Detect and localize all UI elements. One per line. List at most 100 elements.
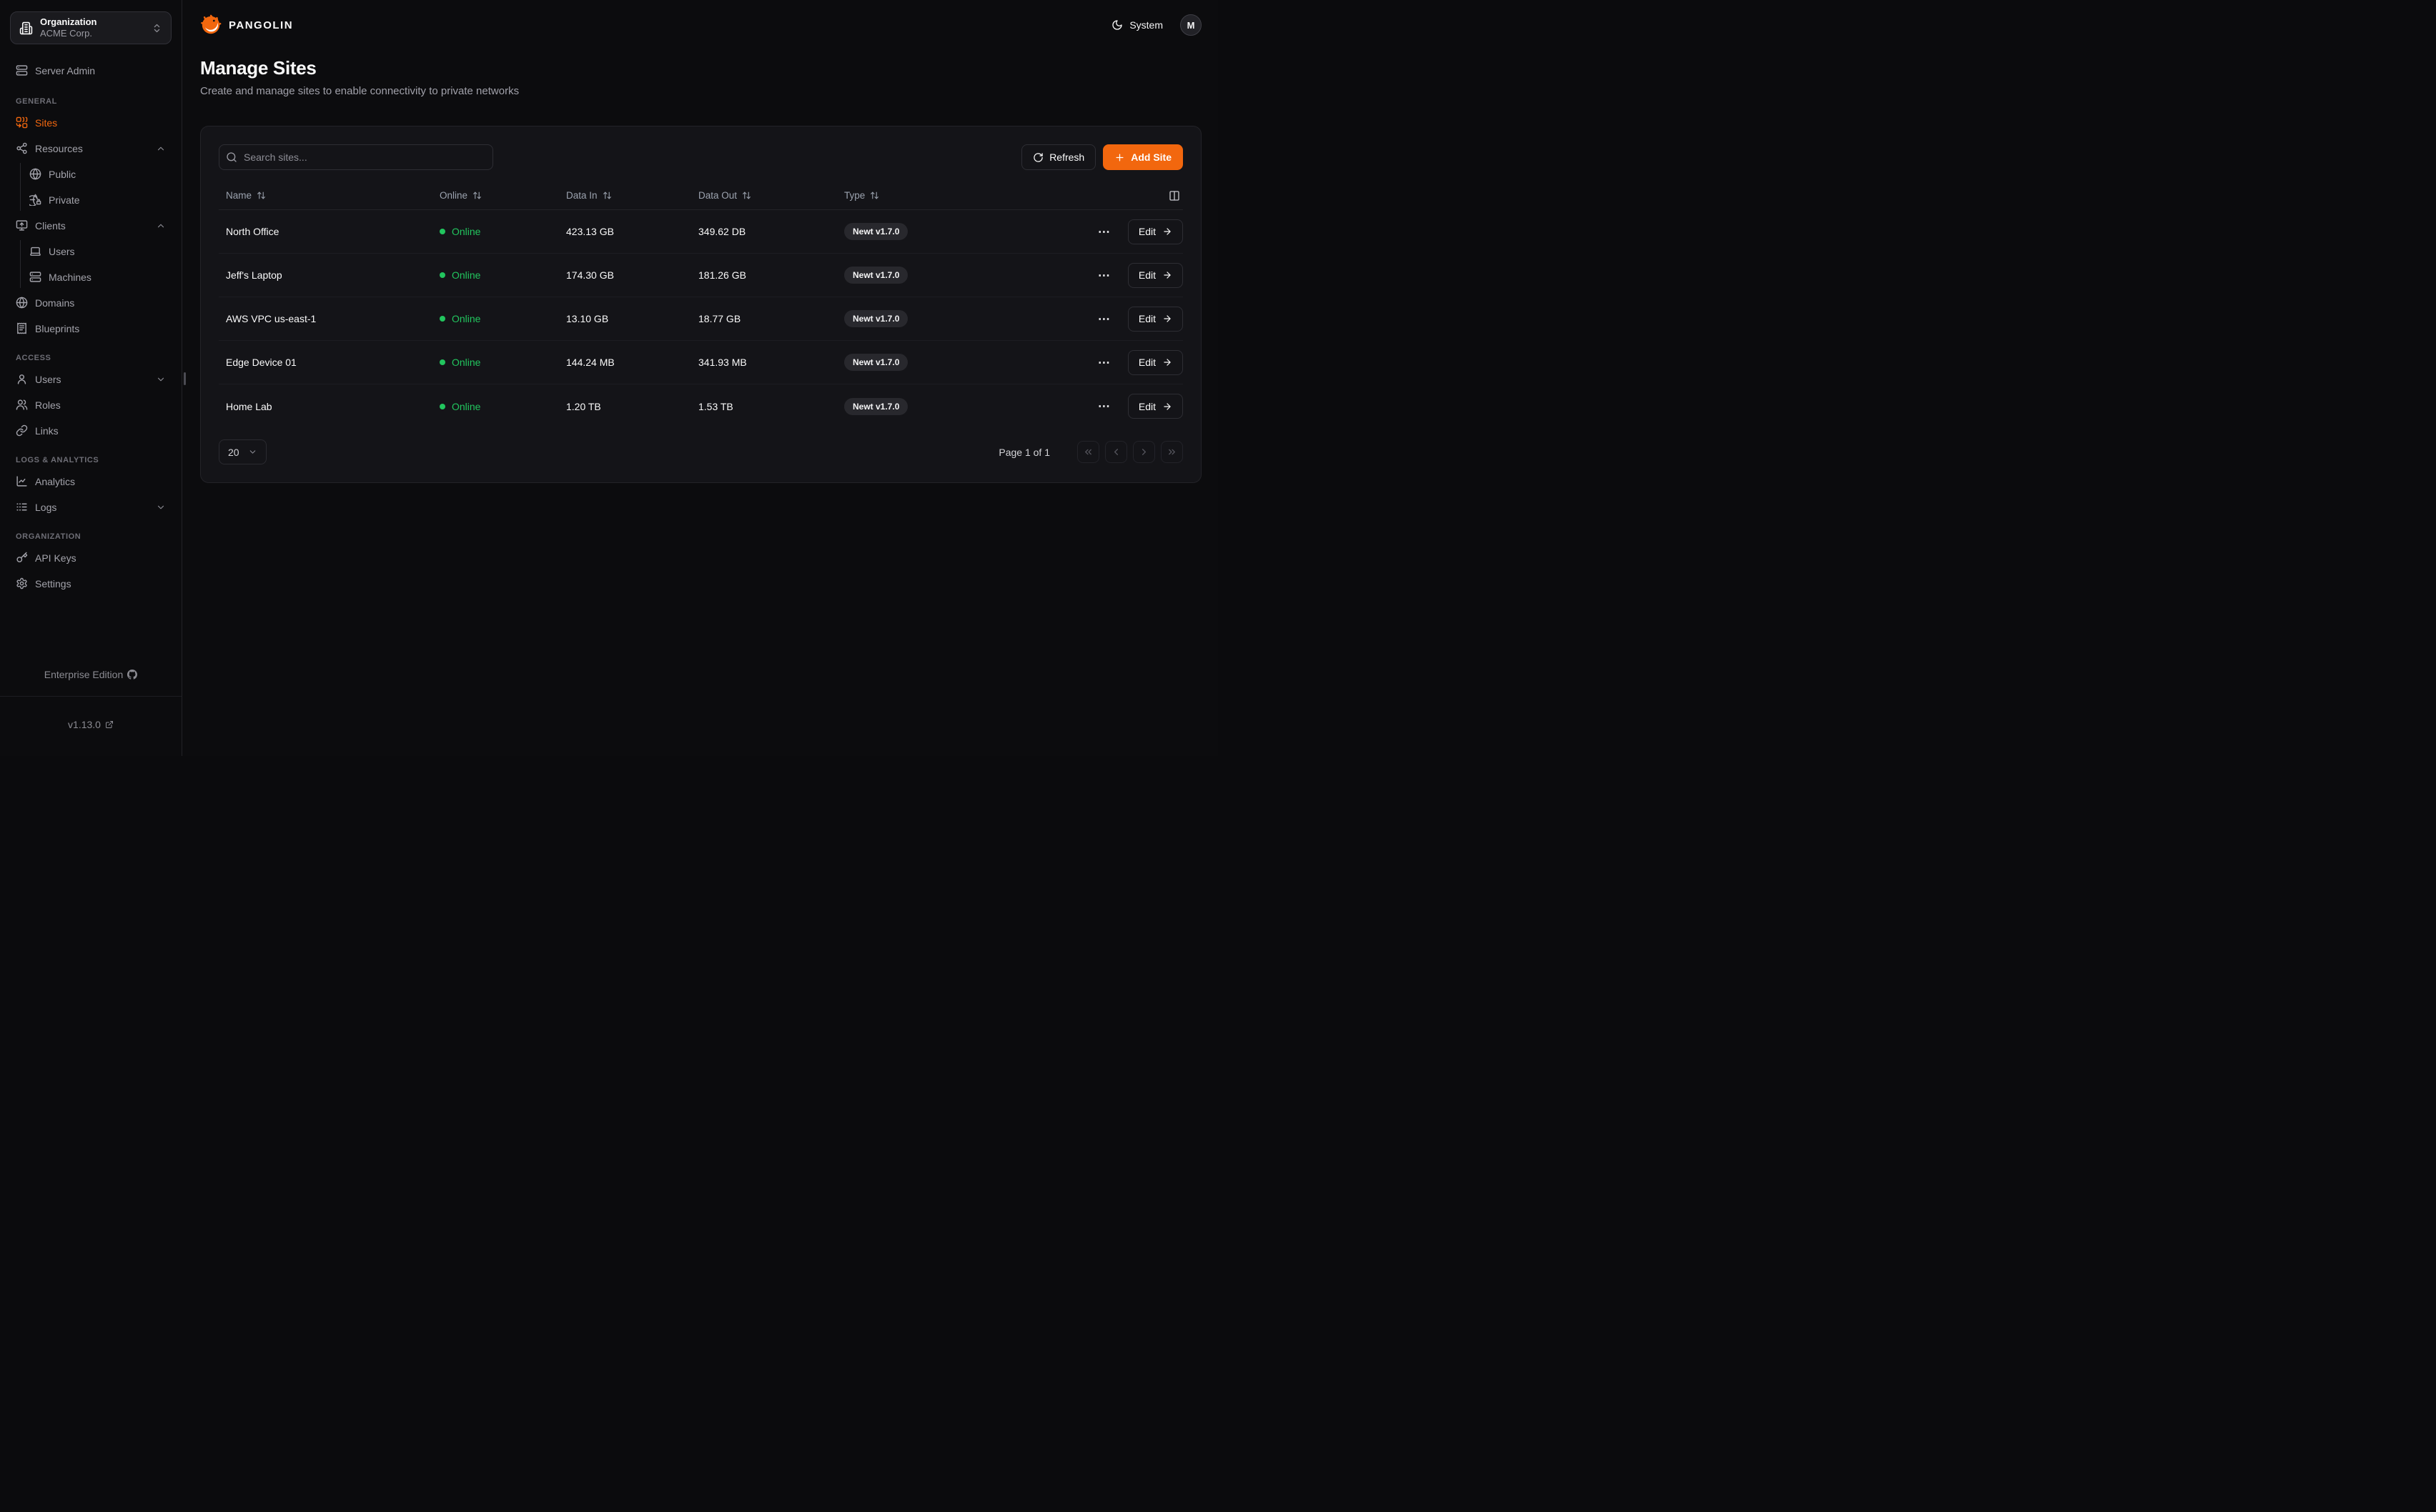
site-status: Online <box>440 313 566 324</box>
site-type-badge: Newt v1.7.0 <box>844 223 908 240</box>
moon-icon <box>1111 19 1123 31</box>
topbar-right: System M <box>1111 14 1202 36</box>
table-row: Home Lab Online 1.20 TB 1.53 TB Newt v1.… <box>219 384 1183 428</box>
sidebar-item-resources[interactable]: Resources <box>10 137 172 159</box>
pagination: 20 Page 1 of 1 <box>219 439 1183 464</box>
brand-name: PANGOLIN <box>229 19 293 31</box>
sidebar-item-server-admin[interactable]: Server Admin <box>10 59 172 81</box>
row-menu-button[interactable]: ⋯ <box>1095 310 1114 328</box>
avatar-initial: M <box>1187 20 1195 31</box>
site-data-in: 174.30 GB <box>566 269 698 281</box>
sidebar-item-label: Private <box>49 194 80 206</box>
sidebar-item-users[interactable]: Users <box>10 368 172 390</box>
sidebar-item-label: Public <box>49 169 76 180</box>
edit-button[interactable]: Edit <box>1128 263 1183 288</box>
sidebar-item-label: Logs <box>35 502 56 513</box>
next-page-button[interactable] <box>1133 441 1155 463</box>
edition-row[interactable]: Enterprise Edition <box>0 653 182 697</box>
main-content: PANGOLIN System M Manage Sites Create an… <box>182 0 1218 756</box>
site-data-out: 1.53 TB <box>698 401 844 412</box>
sidebar-item-private[interactable]: Private <box>21 189 172 211</box>
column-header-name[interactable]: Name <box>226 190 440 201</box>
edit-button[interactable]: Edit <box>1128 350 1183 375</box>
version-label: v1.13.0 <box>68 719 101 730</box>
last-page-button[interactable] <box>1161 441 1183 463</box>
column-visibility-button[interactable] <box>1054 190 1183 202</box>
resources-subgroup: Public Private <box>20 163 172 211</box>
row-menu-button[interactable]: ⋯ <box>1095 397 1114 415</box>
site-name: North Office <box>226 226 440 237</box>
refresh-button[interactable]: Refresh <box>1021 144 1096 170</box>
sidebar-item-api-keys[interactable]: API Keys <box>10 547 172 569</box>
chevron-up-icon[interactable] <box>156 144 166 154</box>
site-status: Online <box>440 357 566 368</box>
chevrons-left-icon <box>1083 447 1094 457</box>
globe-lock-icon <box>29 194 41 206</box>
brand[interactable]: PANGOLIN <box>200 14 293 36</box>
sidebar-item-public[interactable]: Public <box>21 163 172 185</box>
sidebar-item-label: API Keys <box>35 552 76 564</box>
sidebar-item-roles[interactable]: Roles <box>10 394 172 416</box>
external-link-icon <box>105 720 114 729</box>
chevron-left-icon <box>1111 447 1122 457</box>
page-size-value: 20 <box>228 447 239 458</box>
arrow-right-icon <box>1162 402 1172 412</box>
column-header-data-in[interactable]: Data In <box>566 190 698 201</box>
sidebar-item-domains[interactable]: Domains <box>10 292 172 314</box>
sidebar-item-analytics[interactable]: Analytics <box>10 470 172 492</box>
column-header-data-out[interactable]: Data Out <box>698 190 844 201</box>
sidebar-item-sites[interactable]: Sites <box>10 111 172 134</box>
sidebar-resize-handle[interactable] <box>184 372 186 385</box>
chevron-up-icon[interactable] <box>156 221 166 231</box>
sites-combine-icon <box>16 116 28 129</box>
share-network-icon <box>16 142 28 154</box>
chevron-down-icon[interactable] <box>156 502 166 512</box>
row-menu-button[interactable]: ⋯ <box>1095 223 1114 241</box>
edit-button[interactable]: Edit <box>1128 394 1183 419</box>
site-type-badge: Newt v1.7.0 <box>844 354 908 371</box>
chevron-right-icon <box>1139 447 1149 457</box>
org-selector-label: Organization <box>40 16 144 28</box>
site-status: Online <box>440 269 566 281</box>
sidebar-item-links[interactable]: Links <box>10 419 172 442</box>
globe-icon <box>29 168 41 180</box>
edit-button[interactable]: Edit <box>1128 307 1183 332</box>
edition-label: Enterprise Edition <box>44 669 124 680</box>
sidebar-item-client-users[interactable]: Users <box>21 240 172 262</box>
sidebar-item-settings[interactable]: Settings <box>10 572 172 595</box>
users-icon <box>16 399 28 411</box>
sidebar-item-machines[interactable]: Machines <box>21 266 172 288</box>
chevrons-right-icon <box>1167 447 1177 457</box>
site-name: Home Lab <box>226 401 440 412</box>
online-status-dot <box>440 229 445 234</box>
column-header-online[interactable]: Online <box>440 190 566 201</box>
chevron-down-icon[interactable] <box>156 374 166 384</box>
sidebar-item-clients[interactable]: Clients <box>10 214 172 237</box>
prev-page-button[interactable] <box>1105 441 1127 463</box>
edit-button[interactable]: Edit <box>1128 219 1183 244</box>
add-site-button[interactable]: Add Site <box>1103 144 1183 170</box>
monitor-up-icon <box>16 219 28 232</box>
section-label-access: ACCESS <box>10 354 172 362</box>
row-menu-button[interactable]: ⋯ <box>1095 267 1114 284</box>
online-status-label: Online <box>452 401 480 412</box>
column-header-type[interactable]: Type <box>844 190 1054 201</box>
sidebar-item-logs[interactable]: Logs <box>10 496 172 518</box>
sites-toolbar: Refresh Add Site <box>219 144 1183 170</box>
site-data-out: 18.77 GB <box>698 313 844 324</box>
search-input[interactable] <box>219 144 493 170</box>
sidebar-item-blueprints[interactable]: Blueprints <box>10 317 172 339</box>
site-data-out: 341.93 MB <box>698 357 844 368</box>
github-icon <box>127 670 137 680</box>
page-title: Manage Sites <box>200 57 1202 79</box>
org-selector[interactable]: Organization ACME Corp. <box>10 11 172 44</box>
version-row[interactable]: v1.13.0 <box>0 702 182 746</box>
refresh-label: Refresh <box>1049 151 1084 163</box>
search-icon <box>226 151 237 163</box>
theme-toggle-button[interactable]: System <box>1111 19 1163 31</box>
avatar[interactable]: M <box>1180 14 1202 36</box>
first-page-button[interactable] <box>1077 441 1099 463</box>
page-size-select[interactable]: 20 <box>219 439 267 464</box>
online-status-dot <box>440 359 445 365</box>
row-menu-button[interactable]: ⋯ <box>1095 354 1114 372</box>
